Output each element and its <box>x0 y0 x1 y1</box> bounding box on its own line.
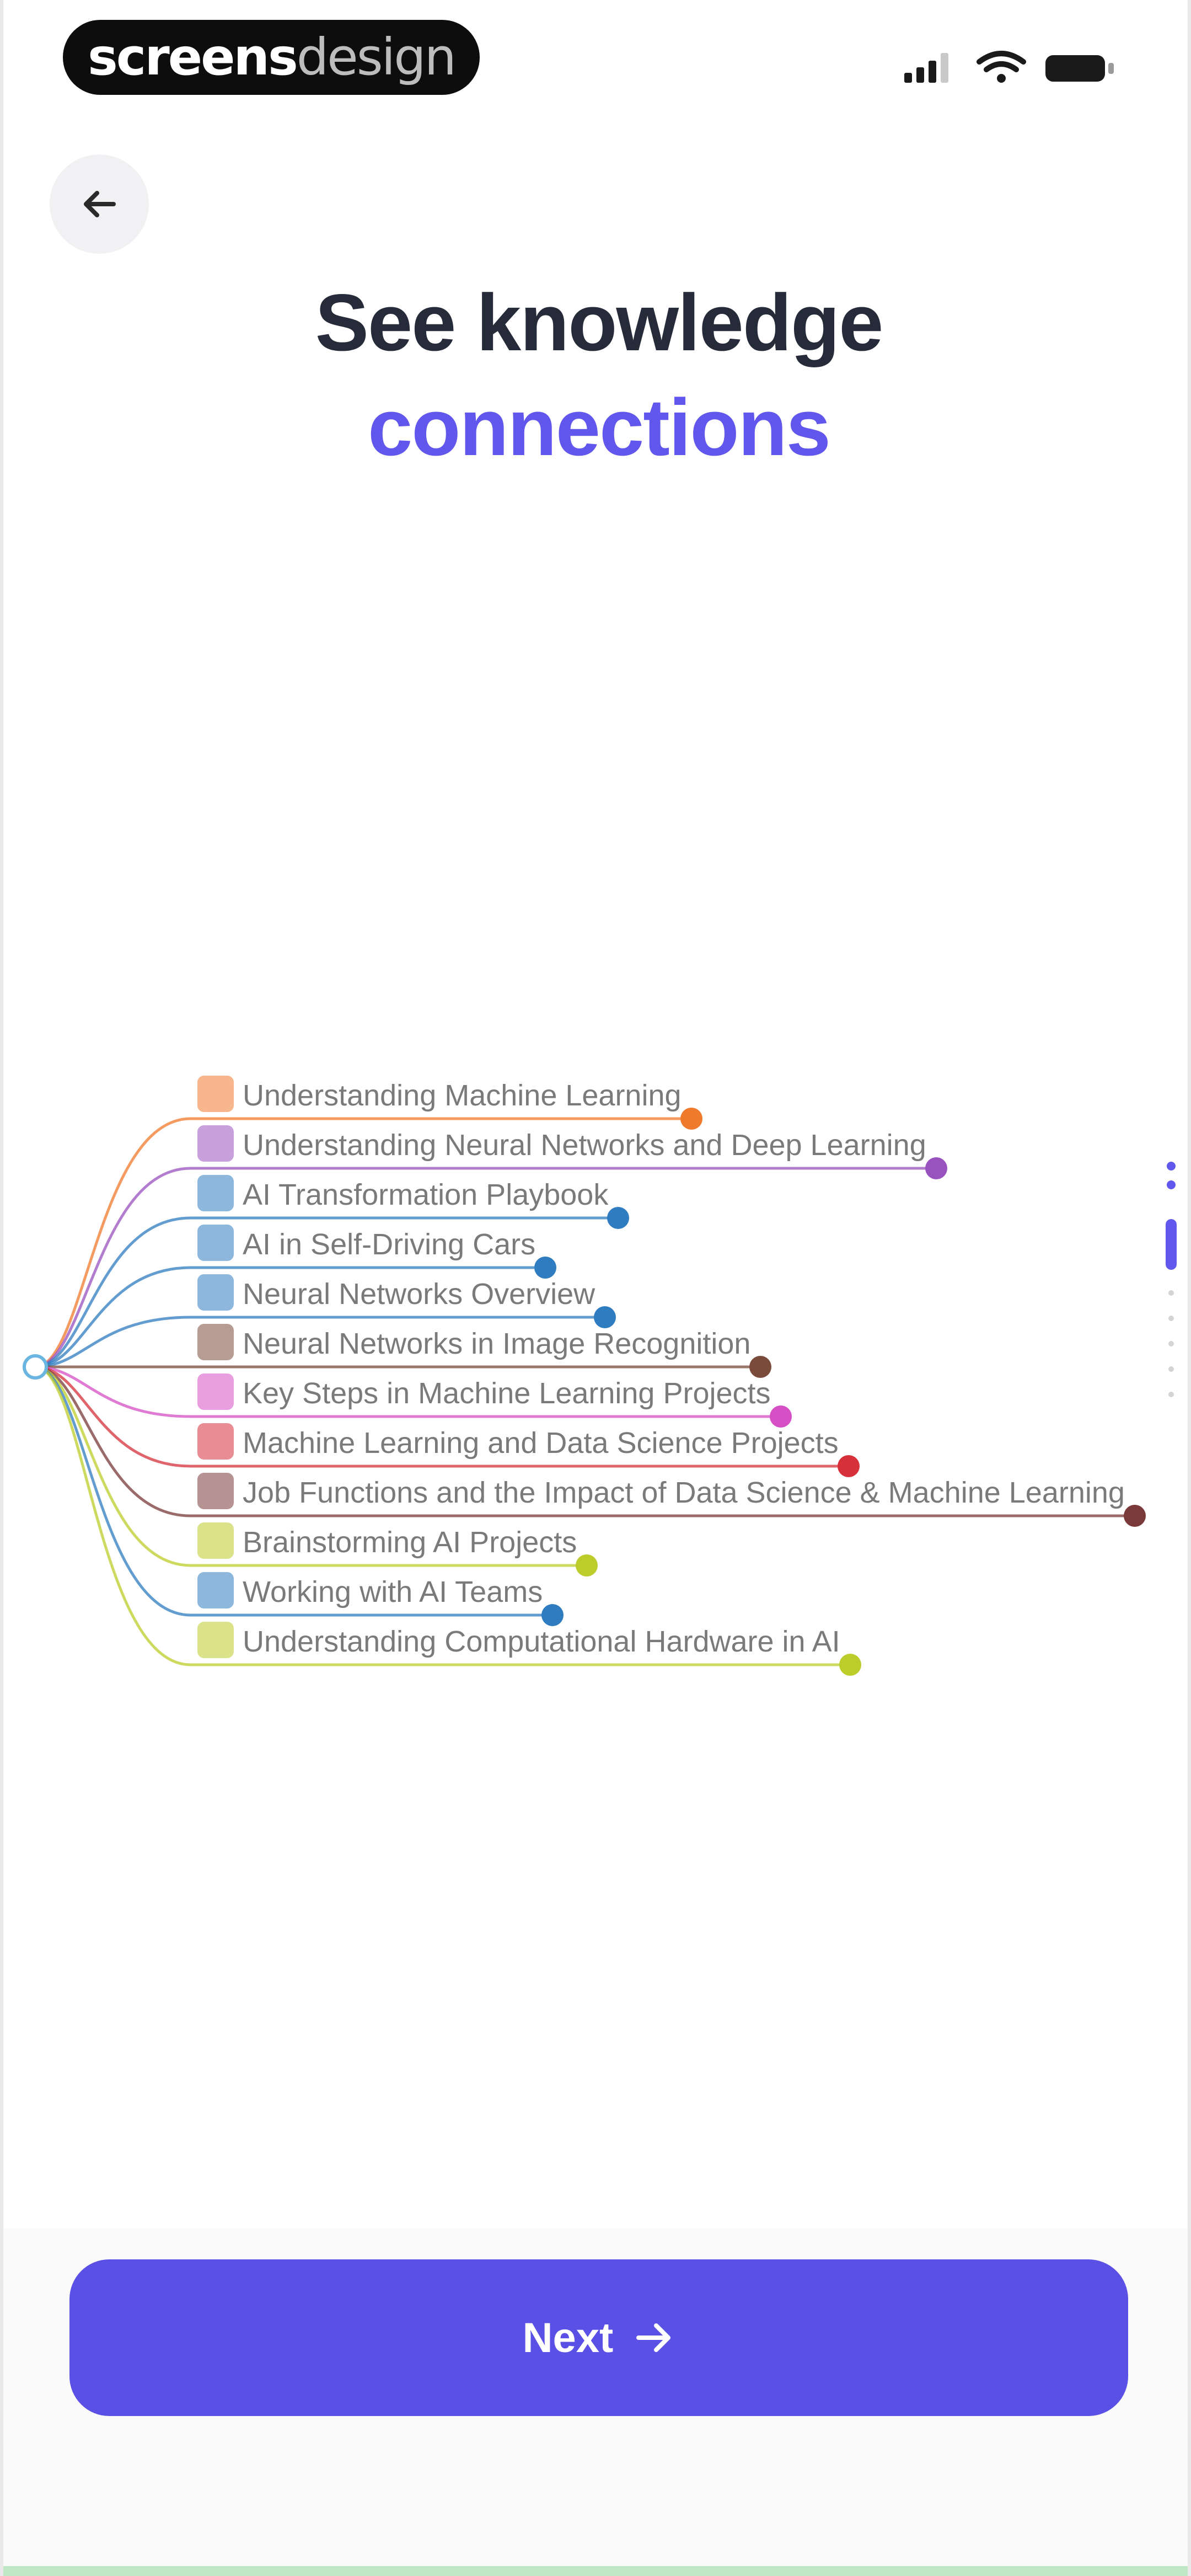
brand-watermark: screens design <box>63 20 480 95</box>
magnifier-icon <box>197 1473 234 1509</box>
car-icon <box>197 1225 234 1261</box>
page-title-accent: connections <box>368 382 831 472</box>
status-icons <box>897 45 1128 89</box>
mind-map-node-dot[interactable] <box>1124 1505 1146 1527</box>
mind-map-node-dot[interactable] <box>576 1554 598 1576</box>
brand-part-2: design <box>296 28 457 87</box>
mind-map-item-label[interactable]: Understanding Machine Learning <box>243 1073 682 1118</box>
bottom-accent-line <box>3 2566 1188 2576</box>
knowledge-mind-map[interactable]: Understanding Machine Learning Understand… <box>3 1048 1188 1710</box>
mind-map-item-label[interactable]: AI Transformation Playbook <box>243 1173 608 1217</box>
arrow-right-icon <box>636 2323 671 2352</box>
mind-map-item-label[interactable]: Machine Learning and Data Science Projec… <box>243 1421 839 1465</box>
computer-icon <box>197 1622 234 1658</box>
robot-icon <box>197 1572 234 1608</box>
scroll-indicator[interactable] <box>1160 1158 1182 1423</box>
mind-map-node-dot[interactable] <box>925 1157 947 1179</box>
battery-icon <box>1045 55 1114 82</box>
mind-map-item-label[interactable]: AI in Self-Driving Cars <box>243 1222 535 1266</box>
next-button-label: Next <box>522 2314 614 2361</box>
picture-icon <box>197 1324 234 1360</box>
brain-icon <box>197 1125 234 1162</box>
next-button[interactable]: Next <box>69 2259 1128 2416</box>
mind-map-item-label[interactable]: Neural Networks in Image Recognition <box>243 1322 750 1366</box>
robot-icon <box>197 1522 234 1559</box>
scroll-dot <box>1167 1162 1176 1171</box>
mind-map-item-label[interactable]: Brainstorming AI Projects <box>243 1520 577 1564</box>
mind-map-node-dot[interactable] <box>839 1654 861 1676</box>
mind-map-item-label[interactable]: Key Steps in Machine Learning Projects <box>243 1371 771 1415</box>
robot-icon <box>197 1076 234 1112</box>
mind-map-node-dot[interactable] <box>607 1207 629 1229</box>
mind-map-item-label[interactable]: Neural Networks Overview <box>243 1272 595 1316</box>
scroll-thumb[interactable] <box>1166 1219 1177 1270</box>
tools-icon <box>197 1175 234 1211</box>
wifi-icon <box>977 51 1026 83</box>
signal-icon <box>904 53 948 83</box>
car-icon <box>197 1423 234 1460</box>
scroll-dot <box>1167 1180 1176 1189</box>
mind-map-item-label[interactable]: Understanding Neural Networks and Deep L… <box>243 1123 926 1167</box>
brain-icon <box>197 1274 234 1311</box>
page-title: See knowledge <box>315 277 884 367</box>
arrow-left-icon <box>84 191 116 217</box>
chart-icon <box>197 1373 234 1410</box>
mind-map-item-label[interactable]: Job Functions and the Impact of Data Sci… <box>243 1471 1125 1515</box>
brand-part-1: screens <box>88 28 298 87</box>
back-button[interactable] <box>50 154 149 254</box>
mind-map-root-node[interactable] <box>23 1354 48 1380</box>
mind-map-item-label[interactable]: Working with AI Teams <box>243 1570 543 1614</box>
mind-map-item-label[interactable]: Understanding Computational Hardware in … <box>243 1620 840 1664</box>
onboarding-screen: screens design See knowledge connections… <box>0 0 1191 2576</box>
